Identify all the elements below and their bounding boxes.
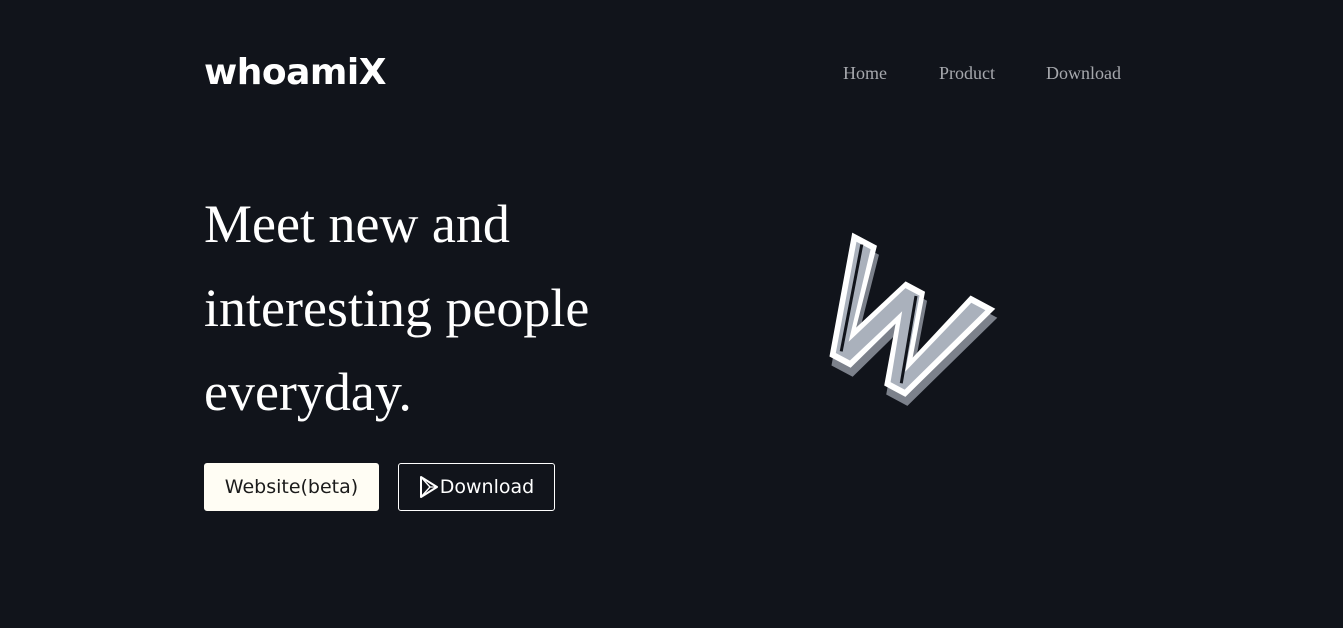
brand-logo-text[interactable]: whoamiX bbox=[204, 52, 387, 94]
download-label: Download bbox=[439, 476, 535, 498]
website-beta-label: Website(beta) bbox=[224, 476, 359, 498]
nav-home[interactable]: Home bbox=[843, 62, 887, 84]
nav-download[interactable]: Download bbox=[1046, 62, 1121, 84]
website-beta-button[interactable]: Website(beta) bbox=[204, 463, 379, 511]
nav-product[interactable]: Product bbox=[939, 62, 995, 84]
hero-title: Meet new and interesting people everyday… bbox=[204, 194, 590, 422]
play-store-icon bbox=[419, 476, 439, 498]
top-nav: Home Product Download bbox=[843, 62, 1121, 84]
w-logo-icon bbox=[806, 222, 998, 414]
download-button[interactable]: Download bbox=[398, 463, 555, 511]
